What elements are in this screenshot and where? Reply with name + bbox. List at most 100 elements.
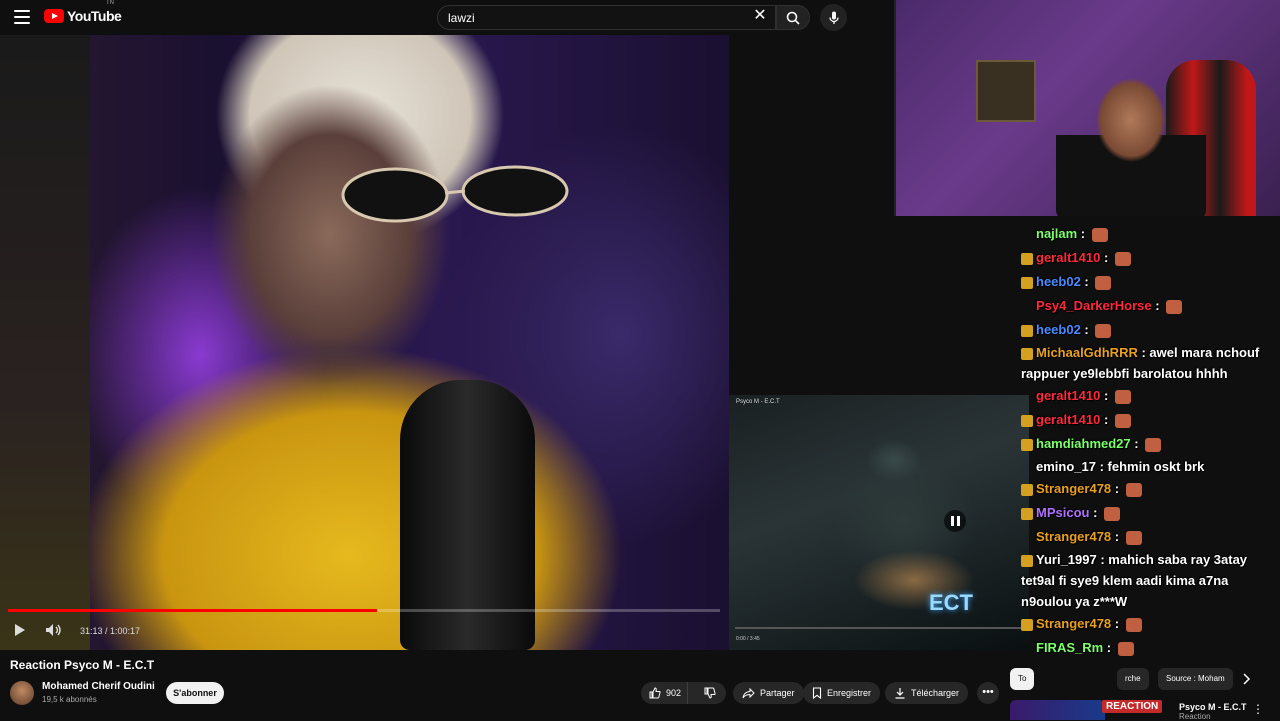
chat-separator: : <box>1103 640 1115 655</box>
embedded-video-title: Psyco M - E.C.T <box>736 399 780 405</box>
recommended-menu-icon[interactable]: ⋮ <box>1252 702 1264 716</box>
youtube-play-icon <box>44 9 64 23</box>
chat-message: Stranger478 : <box>1021 525 1191 549</box>
chat-message: emino_17 : fehmin oskt brk <box>1021 456 1261 477</box>
streamer <box>1056 50 1206 216</box>
download-icon <box>895 688 905 699</box>
subscribe-button[interactable]: S'abonner <box>166 682 224 704</box>
chat-badge-icon <box>1021 276 1033 289</box>
chat-username: geralt1410 <box>1036 412 1101 427</box>
menu-icon[interactable] <box>14 10 30 24</box>
chat-separator: : <box>1100 388 1112 403</box>
search-box[interactable] <box>437 5 776 30</box>
progress-fill <box>8 609 377 612</box>
like-button[interactable]: 902 <box>641 682 689 704</box>
more-actions-icon[interactable]: ••• <box>977 682 999 704</box>
chat-separator: : <box>1100 412 1112 427</box>
channel-name[interactable]: Mohamed Cherif Oudini <box>42 681 155 692</box>
chat-badge-icon <box>1021 301 1033 313</box>
chat-separator: : <box>1080 274 1093 289</box>
chat-username: Stranger478 <box>1036 616 1112 631</box>
chat-username: Stranger478 <box>1036 481 1112 496</box>
chat-message: geralt1410 : <box>1021 246 1191 270</box>
chat-emote-icon <box>1125 482 1142 497</box>
chat-username: najlam <box>1036 226 1078 241</box>
download-button[interactable]: Télécharger <box>885 682 969 704</box>
chat-message: Stranger478 : <box>1021 612 1191 636</box>
search-icon <box>786 11 800 25</box>
chat-overlay: najlam : geralt1410 : heeb02 : Psy4_Dark… <box>1021 222 1259 692</box>
chat-username: Psy4_DarkerHorse <box>1036 298 1152 313</box>
bookmark-icon <box>812 687 822 699</box>
chat-emote-icon <box>1095 275 1112 290</box>
chat-username: MichaalGdhRRR <box>1036 345 1138 360</box>
chat-message: geralt1410 : <box>1021 384 1191 408</box>
chat-separator: : <box>1111 616 1123 631</box>
chat-badge-icon <box>1021 347 1033 360</box>
search-button[interactable] <box>776 5 810 30</box>
volume-icon[interactable] <box>45 623 63 637</box>
chat-separator: : <box>1089 505 1102 520</box>
chat-message: geralt1410 : <box>1021 408 1191 432</box>
chat-emote-icon <box>1114 413 1131 428</box>
filter-chip[interactable]: To <box>1010 668 1035 690</box>
chat-username: Yuri_1997 <box>1036 552 1097 567</box>
chat-separator: : <box>1111 481 1123 496</box>
recommended-thumbnail[interactable] <box>1010 700 1105 720</box>
download-label: Télécharger <box>911 688 960 698</box>
recommended-badge: REACTION <box>1102 700 1163 713</box>
time-display: 31:13 / 1:00:17 <box>80 626 141 636</box>
chat-emote-icon <box>1114 251 1131 266</box>
video-player[interactable]: 31:13 / 1:00:17 <box>0 35 729 650</box>
filter-chip[interactable]: rche <box>1117 668 1149 690</box>
video-frame <box>0 35 729 650</box>
channel-avatar[interactable] <box>10 681 34 705</box>
pause-icon <box>944 510 966 532</box>
chat-emote-icon <box>1091 227 1108 242</box>
chat-badge-icon <box>1021 229 1033 241</box>
chat-badge-icon <box>1021 324 1033 337</box>
embedded-time-display: 0:00 / 3:45 <box>736 636 760 642</box>
chat-badge-icon <box>1021 438 1033 451</box>
search-input[interactable] <box>448 11 748 25</box>
chat-badge-icon <box>1021 391 1033 403</box>
share-button[interactable]: Partager <box>733 682 804 704</box>
chat-message: Psy4_DarkerHorse : <box>1021 294 1191 318</box>
filter-chip[interactable]: Source : Moham <box>1158 668 1233 690</box>
chat-separator: : <box>1100 250 1112 265</box>
filter-chips: To rche Source : Moham <box>1010 668 1280 692</box>
youtube-logo[interactable]: YouTube <box>44 8 122 24</box>
progress-bar[interactable] <box>8 609 720 612</box>
like-count: 902 <box>666 688 682 698</box>
video-title: Reaction Psyco M - E.C.T <box>10 658 155 672</box>
chevron-right-icon[interactable] <box>1241 673 1251 685</box>
chat-badge-icon <box>1021 252 1033 265</box>
chat-emote-icon <box>1166 299 1183 314</box>
chat-emote-icon <box>1104 506 1121 521</box>
close-icon[interactable]: ✕ <box>753 8 767 24</box>
chat-emote-icon <box>1125 530 1142 545</box>
save-button[interactable]: Enregistrer <box>803 682 881 704</box>
wall-frame <box>976 60 1036 122</box>
chat-separator: : <box>1111 529 1123 544</box>
chat-separator: : <box>1095 459 1108 474</box>
voice-search-button[interactable] <box>820 4 847 31</box>
chat-emote-icon <box>1117 641 1134 656</box>
chat-message: heeb02 : <box>1021 318 1191 342</box>
chat-message: heeb02 : <box>1021 270 1191 294</box>
save-label: Enregistrer <box>827 688 872 698</box>
play-icon[interactable] <box>14 623 26 637</box>
chat-badge-icon <box>1021 643 1033 655</box>
chat-separator: : <box>1077 226 1089 241</box>
embedded-progress-bar <box>735 627 1023 629</box>
share-icon <box>742 687 755 698</box>
chat-message: MPsicou : <box>1021 501 1191 525</box>
dislike-button[interactable] <box>693 682 726 704</box>
chat-username: hamdiahmed27 <box>1036 436 1131 451</box>
video-side-strip <box>0 35 90 650</box>
recommended-title[interactable]: Psyco M - E.C.T <box>1179 702 1247 712</box>
chat-message: Stranger478 : <box>1021 477 1191 501</box>
embedded-video-art <box>804 420 1004 620</box>
thumbs-down-icon <box>704 687 716 699</box>
embedded-video-overlay-text: ECT <box>929 590 973 615</box>
